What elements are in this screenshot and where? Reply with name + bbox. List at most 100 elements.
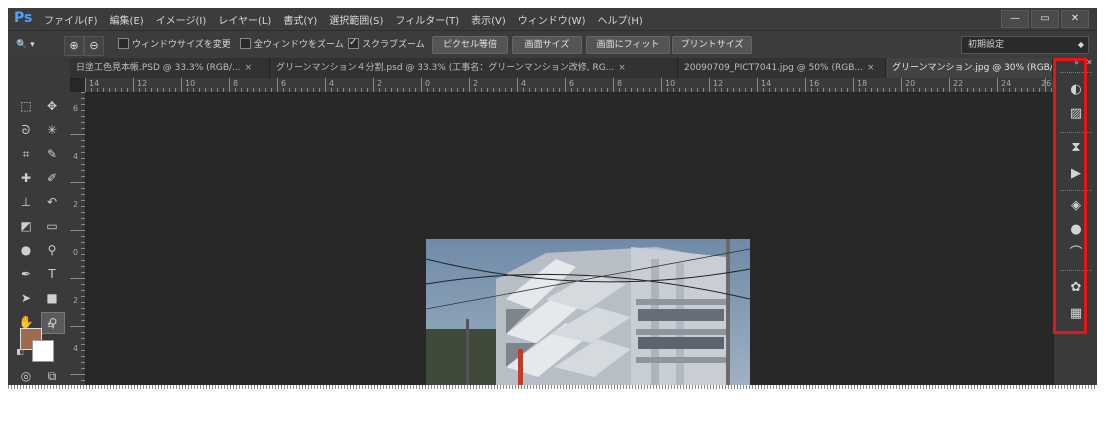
brush-tool-icon[interactable]: ✐ [41, 168, 63, 188]
tab-document-3[interactable]: 20090709_PICT7041.jpg @ 50% (RGB... × [678, 58, 886, 78]
panel-dock: » ✕ ◐ ▨ ⧗ ▶ ◈ ● ⌒ ✿ ▦ [1053, 58, 1097, 385]
actual-pixels-button[interactable]: ピクセル等倍 [432, 36, 508, 54]
checkbox-checked-icon [348, 35, 359, 51]
menu-window[interactable]: ウィンドウ(W) [518, 12, 586, 28]
marquee-tool-icon[interactable]: ⬚ [15, 96, 37, 116]
ruler-label: 14 [761, 79, 772, 88]
quick-mask-icon[interactable]: ◎ [15, 366, 37, 385]
ruler-label: 6 [281, 79, 287, 88]
zoom-icon: 🔍 [16, 40, 28, 50]
ruler-label: 12 [713, 79, 724, 88]
clone-stamp-tool-icon[interactable]: ⊥ [15, 192, 37, 212]
color-panel-icon[interactable]: ◐ [1066, 80, 1086, 100]
dock-grip [1060, 190, 1092, 194]
close-icon[interactable]: × [618, 63, 626, 73]
ruler-label: 2 [73, 296, 79, 305]
close-icon[interactable]: × [245, 63, 253, 73]
blur-tool-icon[interactable]: ● [15, 240, 37, 260]
history-panel-icon[interactable]: ⧗ [1066, 138, 1086, 158]
close-button[interactable]: ✕ [1061, 10, 1089, 28]
gradient-tool-icon[interactable]: ▭ [41, 216, 63, 236]
close-icon[interactable]: × [867, 63, 875, 73]
background-color-swatch[interactable] [32, 340, 54, 362]
tab-document-4[interactable]: グリーンマンション.jpg @ 30% (RGB/8#)× [886, 58, 1053, 78]
photoshop-window: Ps ファイル(F) 編集(E) イメージ(I) レイヤー(L) 書式(Y) 選… [8, 8, 1097, 385]
menu-image[interactable]: イメージ(I) [156, 12, 207, 28]
tab-document-2[interactable]: グリーンマンション４分割.psd @ 33.3% (工事名：グリーンマンション改… [270, 58, 678, 78]
ruler-label: 22 [953, 79, 964, 88]
shape-tool-icon[interactable]: ■ [41, 288, 63, 308]
crop-tool-icon[interactable]: ⌗ [15, 144, 37, 164]
default-colors-icon[interactable]: ◧ [14, 346, 26, 358]
menu-bar: Ps ファイル(F) 編集(E) イメージ(I) レイヤー(L) 書式(Y) 選… [8, 8, 1097, 30]
swatches-panel-icon[interactable]: ✿ [1066, 278, 1086, 298]
resize-windows-checkbox[interactable]: ウィンドウサイズを変更 [118, 37, 231, 53]
path-selection-tool-icon[interactable]: ➤ [15, 288, 37, 308]
ruler-label: 6 [73, 104, 79, 113]
menu-help[interactable]: ヘルプ(H) [597, 12, 642, 28]
dock-grip [1060, 132, 1092, 136]
adjustments-panel-icon[interactable]: ▨ [1066, 104, 1086, 124]
horizontal-ruler[interactable]: 14 12 10 8 6 4 2 0 2 4 6 8 10 12 14 16 1… [85, 78, 1053, 93]
ruler-label: 4 [73, 152, 79, 161]
zoom-in-icon[interactable]: ⊕ [64, 36, 84, 56]
minimize-button[interactable]: — [1001, 10, 1029, 28]
menu-filter[interactable]: フィルター(T) [395, 12, 459, 28]
fill-screen-button[interactable]: 画面にフィット [586, 36, 670, 54]
scrubby-zoom-checkbox[interactable]: スクラブズーム [348, 35, 425, 53]
screen-mode-icon[interactable]: ⧉ [41, 366, 63, 385]
options-bar: 🔍 ▾ ⊕ ⊖ ウィンドウサイズを変更 全ウィンドウをズーム スクラブズーム ピ… [8, 30, 1097, 60]
ruler-label: 0 [425, 79, 431, 88]
pen-tool-icon[interactable]: ✒ [15, 264, 37, 284]
move-tool-icon[interactable]: ✥ [41, 96, 63, 116]
ruler-label: 4 [521, 79, 527, 88]
eyedropper-tool-icon[interactable]: ✎ [41, 144, 63, 164]
menu-type[interactable]: 書式(Y) [283, 12, 317, 28]
collapse-icon[interactable]: » [1074, 58, 1079, 68]
dodge-tool-icon[interactable]: ⚲ [41, 240, 63, 260]
close-icon[interactable]: ✕ [1086, 58, 1093, 68]
ruler-label: 4 [73, 344, 79, 353]
magic-wand-tool-icon[interactable]: ✳ [41, 120, 63, 140]
zoom-tool-preset-icon[interactable]: 🔍 ▾ [16, 37, 35, 53]
ruler-label: 4 [329, 79, 335, 88]
ruler-label: 16 [809, 79, 820, 88]
restore-button[interactable]: ▭ [1031, 10, 1059, 28]
workspace-preset-select[interactable]: 初期設定 ◆ [961, 36, 1089, 54]
type-tool-icon[interactable]: T [41, 264, 63, 284]
styles-panel-icon[interactable]: ▦ [1066, 304, 1086, 324]
zoom-all-checkbox[interactable]: 全ウィンドウをズーム [240, 37, 344, 53]
menu-list: ファイル(F) 編集(E) イメージ(I) レイヤー(L) 書式(Y) 選択範囲… [44, 12, 643, 28]
menu-edit[interactable]: 編集(E) [110, 12, 144, 28]
menu-select[interactable]: 選択範囲(S) [329, 12, 383, 28]
lasso-tool-icon[interactable]: ᘐ [15, 120, 37, 140]
ruler-label: 20 [905, 79, 916, 88]
swap-colors-icon[interactable]: ⇆ [44, 320, 58, 332]
tab-document-1[interactable]: 日塗工色見本帳.PSD @ 33.3% (RGB/... × [70, 58, 270, 78]
history-brush-tool-icon[interactable]: ↶ [41, 192, 63, 212]
ruler-label: 2 [73, 200, 79, 209]
dock-header: » ✕ [1054, 58, 1097, 68]
ruler-label: 2 [377, 79, 383, 88]
print-size-button[interactable]: プリントサイズ [672, 36, 752, 54]
ps-logo: Ps [14, 10, 33, 26]
vertical-ruler[interactable]: 6 4 2 0 2 4 [70, 92, 86, 385]
ruler-label: 14 [89, 79, 100, 88]
healing-brush-tool-icon[interactable]: ✚ [15, 168, 37, 188]
zoom-out-icon[interactable]: ⊖ [84, 36, 104, 56]
paths-panel-icon[interactable]: ⌒ [1066, 244, 1086, 264]
eraser-tool-icon[interactable]: ◩ [15, 216, 37, 236]
document-canvas[interactable] [86, 93, 1053, 385]
ruler-label: 24 [1001, 79, 1012, 88]
building-photo [426, 239, 750, 385]
fit-screen-button[interactable]: 画面サイズ [512, 36, 582, 54]
layers-panel-icon[interactable]: ◈ [1066, 196, 1086, 216]
menu-file[interactable]: ファイル(F) [44, 12, 98, 28]
menu-view[interactable]: 表示(V) [471, 12, 506, 28]
channels-panel-icon[interactable]: ● [1066, 220, 1086, 240]
ruler-ticks [70, 92, 85, 381]
tools-panel: ⬚ ✥ ᘐ ✳ ⌗ ✎ ✚ ✐ ⊥ ↶ ◩ ▭ ● ⚲ ✒ T ➤ ■ ✋ ⚲ … [8, 58, 71, 385]
checkbox-icon [118, 38, 129, 49]
actions-panel-icon[interactable]: ▶ [1066, 164, 1086, 184]
menu-layer[interactable]: レイヤー(L) [218, 12, 271, 28]
